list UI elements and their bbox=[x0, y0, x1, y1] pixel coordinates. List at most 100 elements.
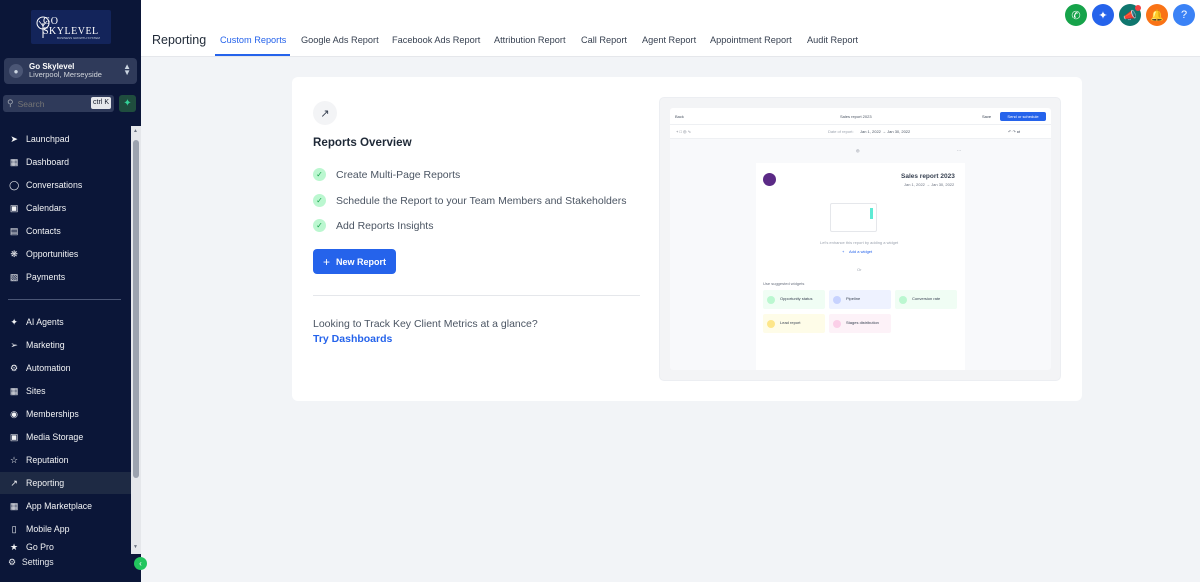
check-icon: ✓ bbox=[313, 219, 326, 232]
sidebar-item-label: App Marketplace bbox=[26, 501, 93, 511]
notifications-button[interactable]: 🔔 bbox=[1146, 4, 1168, 26]
logo-text: GO SKYLEVEL bbox=[43, 16, 99, 37]
sidebar-item-memberships[interactable]: ◉ Memberships bbox=[0, 403, 131, 425]
search-shortcut: ctrl K bbox=[91, 97, 111, 109]
preview-enhance-text: Let's enhance this report by adding a wi… bbox=[820, 240, 899, 245]
search-input[interactable] bbox=[17, 98, 88, 109]
sidebar-item-label: Mobile App bbox=[26, 524, 70, 534]
preview-toolbar-icons: + □ ◎ ∿ bbox=[676, 129, 691, 134]
preview-topbar: Back Sales report 2023 Save Send or sche… bbox=[670, 108, 1051, 125]
preview-widget-conversion: Conversion rate bbox=[895, 290, 957, 309]
tab-facebook-ads-report[interactable]: Facebook Ads Report bbox=[392, 35, 480, 45]
sidebar-item-label: Memberships bbox=[26, 409, 79, 419]
track-metrics-text: Looking to Track Key Client Metrics at a… bbox=[313, 318, 538, 330]
preview-widget-opportunity: Opportunity status bbox=[763, 290, 825, 309]
tab-audit-report[interactable]: Audit Report bbox=[807, 35, 858, 45]
sidebar-item-label: Launchpad bbox=[26, 134, 70, 144]
tab-attribution-report[interactable]: Attribution Report bbox=[494, 35, 566, 45]
sidebar-item-label: Media Storage bbox=[26, 432, 84, 442]
reports-overview-card: ↗ Reports Overview ✓ Create Multi-Page R… bbox=[292, 77, 1082, 401]
rocket-icon: ➤ bbox=[10, 133, 18, 144]
sidebar-item-label: Payments bbox=[26, 272, 66, 282]
preview-report-page: Sales report 2023 Jan 1, 2022 → Jan 30, … bbox=[756, 163, 965, 370]
preview-widget-lead: Lead report bbox=[763, 314, 825, 333]
preview-toolbar: + □ ◎ ∿ Date of report: Jan 1, 2022 → Ja… bbox=[670, 125, 1051, 139]
sidebar-item-settings[interactable]: ⚙ Settings bbox=[0, 552, 131, 572]
phone-button[interactable]: ✆ bbox=[1065, 4, 1087, 26]
preview-canvas: Back Sales report 2023 Save Send or sche… bbox=[670, 108, 1051, 370]
chat-icon: ◯ bbox=[9, 179, 19, 190]
widget-icon bbox=[833, 295, 841, 304]
bolt-icon: ✦ bbox=[123, 98, 132, 109]
account-switcher[interactable]: ● Go Skylevel Liverpool, Merseyside ▲ ▼ bbox=[4, 58, 137, 84]
sidebar-item-automation[interactable]: ⚙ Automation bbox=[0, 357, 131, 379]
sidebar-item-label: Sites bbox=[26, 386, 46, 396]
sidebar-item-opportunities[interactable]: ❋ Opportunities bbox=[0, 243, 131, 265]
preview-add-widget-plus: + bbox=[842, 249, 845, 254]
tree-logo-icon bbox=[36, 16, 50, 38]
brand-logo[interactable]: GO SKYLEVEL BUSINESS GROWTH SYSTEM bbox=[31, 10, 111, 44]
new-report-button[interactable]: + New Report bbox=[313, 249, 396, 274]
sidebar-item-dashboard[interactable]: ▦ Dashboard bbox=[0, 151, 131, 173]
tab-agent-report[interactable]: Agent Report bbox=[642, 35, 696, 45]
preview-suggested-label: Use suggested widgets bbox=[763, 281, 805, 286]
preview-undo-icons: ↶ ↷ ⇄ bbox=[1008, 129, 1021, 134]
collapse-sidebar-button[interactable]: ‹ bbox=[134, 557, 147, 570]
apps-icon: ▦ bbox=[9, 500, 19, 511]
tab-google-ads-report[interactable]: Google Ads Report bbox=[301, 35, 379, 45]
sidebar-item-mobile-app[interactable]: ▯ Mobile App bbox=[0, 518, 131, 540]
send-icon: ➢ bbox=[10, 339, 18, 350]
preview-widget-stages: Stages distribution bbox=[829, 314, 891, 333]
help-icon: ? bbox=[1180, 9, 1188, 21]
sidebar-item-contacts[interactable]: ▤ Contacts bbox=[0, 220, 131, 242]
award-icon: ◉ bbox=[10, 408, 18, 419]
chevron-left-icon: ‹ bbox=[139, 559, 142, 568]
preview-back: Back bbox=[675, 114, 684, 119]
new-report-label: New Report bbox=[336, 256, 387, 267]
feature-item: ✓ Add Reports Insights bbox=[313, 219, 433, 232]
sidebar-item-calendars[interactable]: ▣ Calendars bbox=[0, 197, 131, 219]
feature-text: Create Multi-Page Reports bbox=[336, 168, 461, 181]
sidebar-item-marketing[interactable]: ➢ Marketing bbox=[0, 334, 131, 356]
sidebar-item-label: Calendars bbox=[26, 203, 67, 213]
magic-wand-icon: ✦ bbox=[1098, 9, 1108, 22]
sidebar-item-launchpad[interactable]: ➤ Launchpad bbox=[0, 128, 131, 150]
preview-title: Sales report 2023 bbox=[840, 114, 872, 119]
sidebar-item-label: Conversations bbox=[26, 180, 83, 190]
sidebar-item-sites[interactable]: ▦ Sites bbox=[0, 380, 131, 402]
sidebar-item-app-marketplace[interactable]: ▦ App Marketplace bbox=[0, 495, 131, 517]
magic-button[interactable]: ✦ bbox=[1092, 4, 1114, 26]
sidebar-item-reporting[interactable]: ↗ Reporting bbox=[0, 472, 131, 494]
mobile-icon: ▯ bbox=[11, 523, 17, 534]
quick-action-button[interactable]: ✦ bbox=[119, 95, 136, 112]
sidebar-item-label: Marketing bbox=[26, 340, 65, 350]
card-title: Reports Overview bbox=[313, 136, 412, 149]
sidebar-scroll-thumb[interactable] bbox=[133, 140, 139, 478]
help-button[interactable]: ? bbox=[1173, 4, 1195, 26]
tab-custom-reports[interactable]: Custom Reports bbox=[220, 35, 286, 45]
search-box[interactable]: ⚲ ctrl K bbox=[3, 95, 114, 112]
sidebar-item-label: Opportunities bbox=[26, 249, 79, 259]
account-location: Liverpool, Merseyside bbox=[29, 70, 102, 80]
sidebar-item-payments[interactable]: ▧ Payments bbox=[0, 266, 131, 288]
preview-more-icon: ··· bbox=[957, 148, 961, 153]
report-preview-image: Back Sales report 2023 Save Send or sche… bbox=[659, 97, 1061, 381]
check-icon: ✓ bbox=[313, 168, 326, 181]
scroll-down-arrow-icon[interactable]: ▼ bbox=[133, 544, 138, 550]
sidebar-item-conversations[interactable]: ◯ Conversations bbox=[0, 174, 131, 196]
preview-or: Or bbox=[857, 267, 862, 272]
bell-icon: 🔔 bbox=[1150, 9, 1164, 22]
widget-icon bbox=[833, 319, 841, 328]
try-dashboards-link[interactable]: Try Dashboards bbox=[313, 333, 392, 345]
tab-appointment-report[interactable]: Appointment Report bbox=[710, 35, 792, 45]
sidebar-item-ai-agents[interactable]: ✦ AI Agents bbox=[0, 311, 131, 333]
scroll-up-arrow-icon[interactable]: ▲ bbox=[133, 128, 138, 134]
sidebar-item-reputation[interactable]: ☆ Reputation bbox=[0, 449, 131, 471]
sidebar-item-media-storage[interactable]: ▣ Media Storage bbox=[0, 426, 131, 448]
sidebar-item-label: Settings bbox=[21, 557, 54, 567]
feature-text: Schedule the Report to your Team Members… bbox=[336, 194, 627, 207]
widget-label: Conversion rate bbox=[912, 296, 941, 302]
active-tab-indicator bbox=[215, 54, 290, 56]
widget-icon bbox=[767, 295, 775, 304]
tab-call-report[interactable]: Call Report bbox=[581, 35, 627, 45]
